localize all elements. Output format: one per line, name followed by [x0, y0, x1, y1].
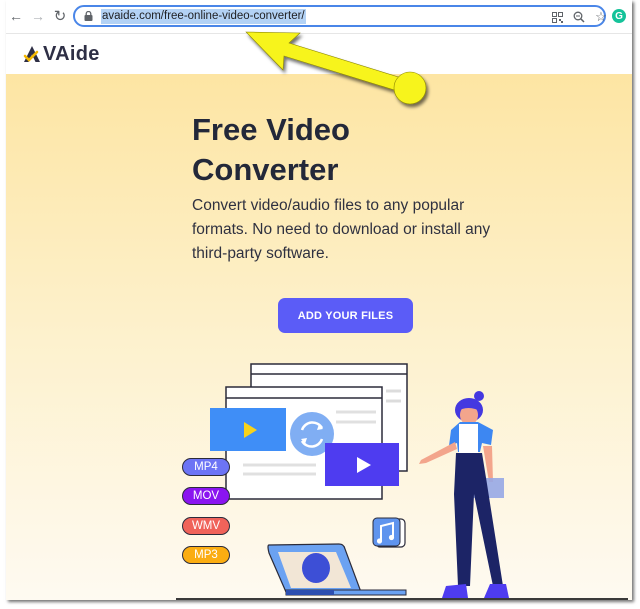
- back-arrow-icon[interactable]: ←: [8, 8, 24, 24]
- url-text[interactable]: avaide.com/free-online-video-converter/: [101, 9, 306, 24]
- play-icon-target: [325, 443, 399, 486]
- address-bar[interactable]: avaide.com/free-online-video-converter/ …: [73, 5, 609, 27]
- hero-section: Free Video Converter Convert video/audio…: [6, 74, 632, 600]
- browser-window: ← → ↻ avaide.com/free-online-video-conve…: [6, 0, 632, 600]
- laptop-icon: [267, 543, 407, 596]
- person-icon: [419, 391, 509, 598]
- logo[interactable]: VAide: [22, 43, 100, 65]
- logo-mark-icon: [23, 46, 40, 62]
- site-header: VAide: [6, 34, 632, 74]
- lock-icon: [84, 11, 93, 21]
- star-icon[interactable]: ☆: [593, 9, 609, 25]
- hero-illustration: [210, 363, 509, 598]
- format-badge-mp4: MP4: [182, 458, 230, 476]
- qr-code-icon[interactable]: [549, 9, 565, 25]
- music-note-icon: [372, 517, 406, 548]
- format-badge-mp3: MP3: [182, 546, 230, 564]
- grammarly-icon[interactable]: G: [612, 9, 626, 23]
- format-badge-wmv: WMV: [182, 517, 230, 535]
- browser-toolbar: ← → ↻ avaide.com/free-online-video-conve…: [6, 0, 632, 34]
- floor-line: [176, 598, 628, 600]
- reload-icon[interactable]: ↻: [52, 8, 68, 25]
- format-badge-mov: MOV: [182, 487, 230, 505]
- play-icon-source: [210, 408, 286, 451]
- logo-text: VAide: [43, 42, 100, 65]
- forward-arrow-icon[interactable]: →: [30, 8, 46, 24]
- zoom-icon[interactable]: [571, 9, 587, 25]
